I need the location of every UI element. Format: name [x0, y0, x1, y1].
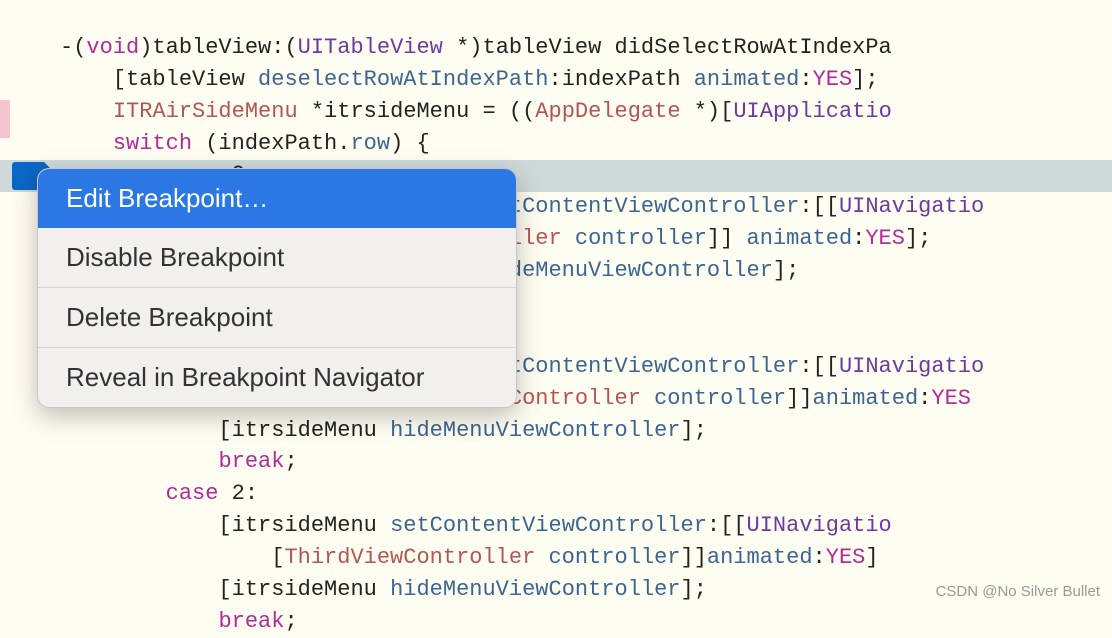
menu-item-disable-breakpoint[interactable]: Disable Breakpoint	[38, 228, 516, 287]
code-token: ) {	[390, 131, 430, 156]
menu-item-delete-breakpoint[interactable]: Delete Breakpoint	[38, 288, 516, 347]
code-token: ThirdViewController	[284, 545, 535, 570]
code-token: 2:	[218, 481, 258, 506]
code-token: YES	[826, 545, 866, 570]
code-token: animated	[747, 226, 853, 251]
code-token: animated	[694, 67, 800, 92]
code-token: hideMenuViewController	[390, 418, 680, 443]
code-token	[60, 131, 113, 156]
code-token: ]]	[786, 386, 812, 411]
code-token: YES	[813, 67, 853, 92]
gutter[interactable]	[0, 0, 42, 606]
code-token: )tableView:(	[139, 35, 297, 60]
code-token: UITableView	[298, 35, 443, 60]
code-token: controller	[641, 386, 786, 411]
code-token: [itrsideMenu	[60, 577, 390, 602]
code-token: [itrsideMenu	[60, 418, 390, 443]
code-token: (indexPath.	[192, 131, 350, 156]
breakpoint-context-menu: Edit Breakpoint… Disable Breakpoint Dele…	[37, 168, 517, 408]
code-token: deMenuViewController	[509, 258, 773, 283]
code-token: ;	[284, 449, 297, 474]
menu-item-edit-breakpoint[interactable]: Edit Breakpoint…	[38, 169, 516, 228]
code-token: [tableView	[60, 67, 258, 92]
code-token: controller	[535, 545, 680, 570]
code-token: break	[218, 609, 284, 634]
code-token: setContentViewController	[390, 513, 707, 538]
code-token	[60, 449, 218, 474]
code-token: void	[86, 35, 139, 60]
code-token: ];	[905, 226, 931, 251]
code-token: tContentViewController	[509, 194, 799, 219]
change-marker	[0, 100, 10, 138]
code-token: UINavigatio	[839, 194, 984, 219]
code-token: ];	[852, 67, 878, 92]
watermark: CSDN @No Silver Bullet	[936, 583, 1100, 600]
code-token: :	[852, 226, 865, 251]
code-token: YES	[865, 226, 905, 251]
code-token: deselectRowAtIndexPath	[258, 67, 548, 92]
code-token: UINavigatio	[747, 513, 892, 538]
code-token: switch	[113, 131, 192, 156]
menu-item-reveal-breakpoint[interactable]: Reveal in Breakpoint Navigator	[38, 348, 516, 407]
code-token: ];	[681, 577, 707, 602]
code-token: [itrsideMenu	[60, 513, 390, 538]
code-token: row	[350, 131, 390, 156]
code-token: -(	[60, 35, 86, 60]
code-token: controller	[562, 226, 707, 251]
code-token: ]]	[707, 226, 747, 251]
code-token: UINavigatio	[839, 354, 984, 379]
code-token: :[[	[799, 194, 839, 219]
code-token: :	[918, 386, 931, 411]
code-token: animated	[813, 386, 919, 411]
code-token: YES	[931, 386, 971, 411]
code-token: ]	[865, 545, 878, 570]
code-token: AppDelegate	[535, 99, 680, 124]
code-token: case	[166, 481, 219, 506]
code-token: [	[60, 545, 284, 570]
code-token: ;	[284, 609, 297, 634]
code-token	[60, 99, 113, 124]
code-token: :indexPath	[549, 67, 694, 92]
code-token: *itrsideMenu = ((	[298, 99, 536, 124]
code-token: break	[218, 449, 284, 474]
code-token: UIApplicatio	[733, 99, 891, 124]
code-token: ITRAirSideMenu	[113, 99, 298, 124]
code-token: :[[	[799, 354, 839, 379]
code-token: ];	[773, 258, 799, 283]
code-token	[60, 481, 166, 506]
code-token: :	[813, 545, 826, 570]
code-token: :[[	[707, 513, 747, 538]
code-token: animated	[707, 545, 813, 570]
code-token: ];	[681, 418, 707, 443]
code-token: Controller	[509, 386, 641, 411]
code-token: tContentViewController	[509, 354, 799, 379]
code-token: ]]	[681, 545, 707, 570]
code-token: *)[	[681, 99, 734, 124]
code-token: :	[799, 67, 812, 92]
code-token	[60, 609, 218, 634]
code-token: *)tableView didSelectRowAtIndexPa	[443, 35, 892, 60]
code-token: hideMenuViewController	[390, 577, 680, 602]
